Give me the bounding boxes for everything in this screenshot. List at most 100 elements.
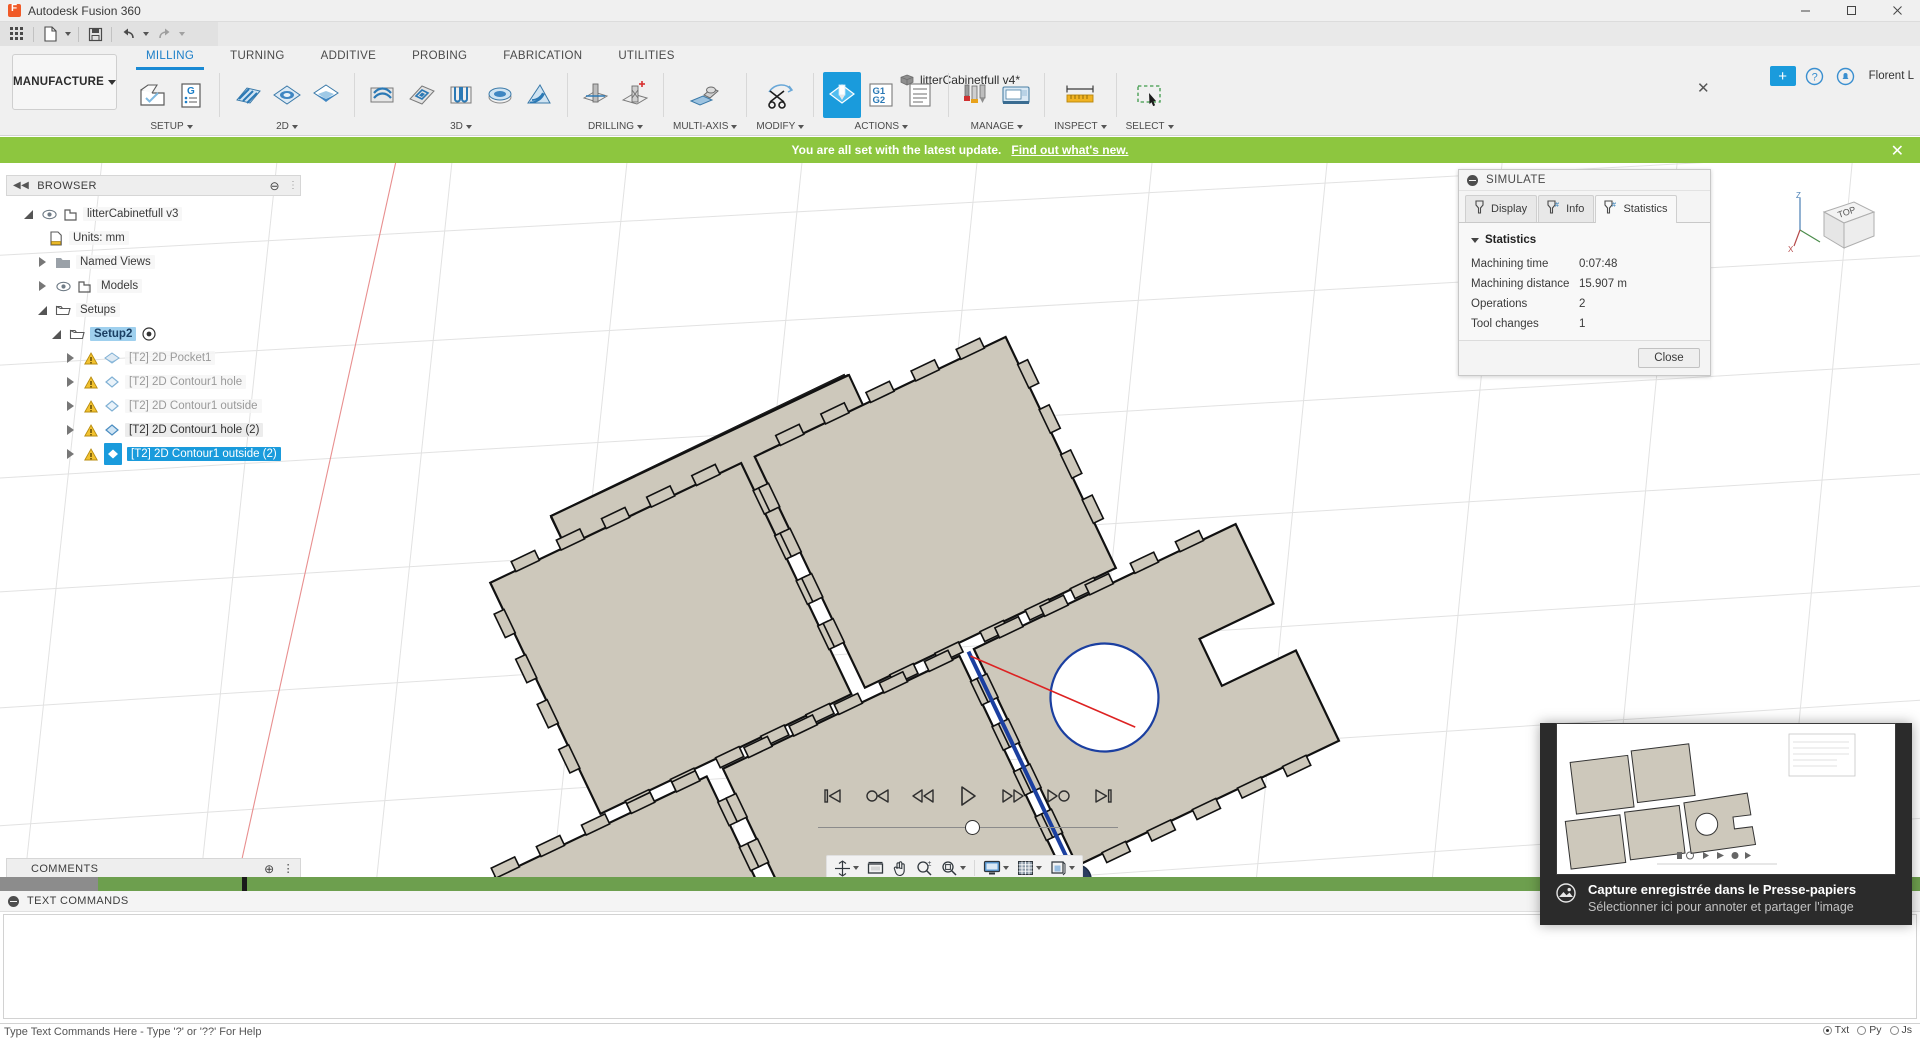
tree-row-operation-pocket1[interactable]: [T2] 2D Pocket1 (6, 346, 301, 370)
user-name[interactable]: Florent L (1865, 70, 1914, 82)
view-cube[interactable]: Z X TOP (1786, 190, 1882, 270)
statistics-section-header[interactable]: Statistics (1459, 231, 1710, 254)
document-close-icon[interactable]: ✕ (1697, 79, 1710, 97)
3d-pocket-button[interactable] (481, 72, 519, 118)
expander-right-icon[interactable] (62, 377, 78, 387)
panel-multi-axis-label[interactable]: MULTI-AXIS (673, 121, 738, 132)
2d-pocket-button[interactable] (307, 72, 345, 118)
tab-probing[interactable]: PROBING (394, 46, 485, 68)
add-tab-button[interactable]: + (1769, 66, 1796, 86)
browser-grip[interactable]: ⋮ (288, 180, 298, 191)
progress-marker[interactable] (242, 877, 247, 891)
tab-statistics[interactable]: # Statistics (1595, 195, 1678, 223)
setup-target-icon[interactable] (141, 327, 157, 341)
ncprogram-button[interactable]: G (172, 72, 210, 118)
banner-close-icon[interactable]: ✕ (1891, 141, 1904, 161)
panel-3d-label[interactable]: 3D (450, 121, 472, 132)
radio-py[interactable]: Py (1857, 1024, 1882, 1036)
collapse-text-commands-icon[interactable] (8, 895, 19, 907)
close-button[interactable] (1874, 0, 1920, 22)
machine-library-button[interactable] (997, 72, 1035, 118)
whats-new-link[interactable]: Find out what's new. (1011, 143, 1128, 157)
tree-row-operation-contour-outside[interactable]: [T2] 2D Contour1 outside (6, 394, 301, 418)
expander-right-icon[interactable] (62, 449, 78, 459)
3d-scallop-button[interactable] (520, 72, 558, 118)
new-document-icon[interactable] (39, 24, 61, 44)
windows-screenshot-toast[interactable]: Capture enregistrée dans le Presse-papie… (1540, 723, 1912, 925)
text-commands-input-row[interactable]: Type Text Commands Here - Type '?' or '?… (0, 1023, 1920, 1040)
fast-forward-button[interactable] (998, 781, 1028, 811)
undo-caret-icon[interactable] (141, 24, 151, 44)
expander-down-icon[interactable] (20, 209, 36, 219)
tree-row-operation-contour-hole-2[interactable]: [T2] 2D Contour1 hole (2) (6, 418, 301, 442)
expander-right-icon[interactable] (62, 425, 78, 435)
bore-button[interactable] (616, 72, 654, 118)
tree-row-setup2[interactable]: Setup2 (6, 322, 301, 346)
simulate-button[interactable] (823, 72, 862, 118)
select-button[interactable] (1131, 72, 1169, 118)
tree-row-operation-contour-outside-2[interactable]: [T2] 2D Contour1 outside (2) (6, 442, 301, 466)
3d-adaptive-button[interactable] (364, 72, 402, 118)
tree-row-root[interactable]: litterCabinetfull v3 (6, 202, 301, 226)
measure-button[interactable] (1061, 72, 1099, 118)
swarf-button[interactable] (686, 72, 724, 118)
2d-adaptive-button[interactable] (268, 72, 306, 118)
expander-right-icon[interactable] (34, 281, 50, 291)
drill-button[interactable] (577, 72, 615, 118)
step-forward-operation-button[interactable] (1043, 781, 1073, 811)
comments-grip[interactable]: ⋮ (283, 862, 294, 875)
trim-toolpath-button[interactable] (761, 72, 799, 118)
comments-add-icon[interactable]: ⊕ (264, 862, 274, 876)
expander-right-icon[interactable] (62, 401, 78, 411)
tab-additive[interactable]: ADDITIVE (303, 46, 394, 68)
tab-fabrication[interactable]: FABRICATION (485, 46, 600, 68)
tool-library-button[interactable] (958, 72, 996, 118)
panel-modify-label[interactable]: MODIFY (756, 121, 805, 132)
help-icon[interactable]: ? (1803, 64, 1827, 88)
maximize-button[interactable] (1828, 0, 1874, 22)
tree-row-models[interactable]: Models (6, 274, 301, 298)
visibility-eye-icon[interactable] (41, 209, 57, 220)
panel-select-label[interactable]: SELECT (1126, 121, 1174, 132)
playback-progress-slider[interactable] (818, 816, 1118, 838)
tree-row-setups[interactable]: Setups (6, 298, 301, 322)
expander-right-icon[interactable] (34, 257, 50, 267)
comments-panel-header[interactable]: COMMENTS ⊕ ⋮ (6, 858, 301, 879)
tab-turning[interactable]: TURNING (212, 46, 303, 68)
panel-inspect-label[interactable]: INSPECT (1054, 121, 1107, 132)
expander-down-icon[interactable] (34, 305, 50, 315)
3d-pocket-clearing-button[interactable] (403, 72, 441, 118)
tab-milling[interactable]: MILLING (128, 46, 212, 70)
minimize-button[interactable] (1782, 0, 1828, 22)
tab-display[interactable]: Display (1465, 195, 1538, 222)
panel-setup-label[interactable]: SETUP (150, 121, 193, 132)
undo-icon[interactable] (117, 24, 139, 44)
playback-knob[interactable] (965, 820, 980, 835)
expander-right-icon[interactable] (62, 353, 78, 363)
play-button[interactable] (953, 781, 983, 811)
face-button[interactable] (229, 72, 267, 118)
visibility-eye-icon[interactable] (55, 281, 71, 292)
workspace-switcher[interactable]: MANUFACTURE (12, 54, 117, 110)
step-back-operation-button[interactable] (863, 781, 893, 811)
skip-to-end-button[interactable] (1088, 781, 1118, 811)
panel-manage-label[interactable]: MANAGE (971, 121, 1023, 132)
new-document-caret-icon[interactable] (63, 24, 73, 44)
collapse-left-icon[interactable]: ◀◀ (13, 180, 29, 191)
tree-row-units[interactable]: Units: mm (6, 226, 301, 250)
setup-sheet-button[interactable] (901, 72, 939, 118)
skip-to-start-button[interactable] (818, 781, 848, 811)
radio-js[interactable]: Js (1889, 1024, 1912, 1036)
radio-txt[interactable]: Txt (1822, 1024, 1849, 1036)
save-icon[interactable] (84, 24, 106, 44)
panel-drilling-label[interactable]: DRILLING (588, 121, 644, 132)
tab-info[interactable]: # Info (1538, 195, 1595, 222)
tree-row-operation-contour-hole[interactable]: [T2] 2D Contour1 hole (6, 370, 301, 394)
bell-icon[interactable] (1834, 64, 1858, 88)
expander-down-icon[interactable] (48, 329, 64, 339)
3d-parallel-button[interactable] (442, 72, 480, 118)
tree-label-setup2[interactable]: Setup2 (90, 327, 137, 341)
post-process-button[interactable]: G1 G2 (862, 72, 900, 118)
redo-icon[interactable] (153, 24, 175, 44)
panel-2d-label[interactable]: 2D (276, 121, 298, 132)
